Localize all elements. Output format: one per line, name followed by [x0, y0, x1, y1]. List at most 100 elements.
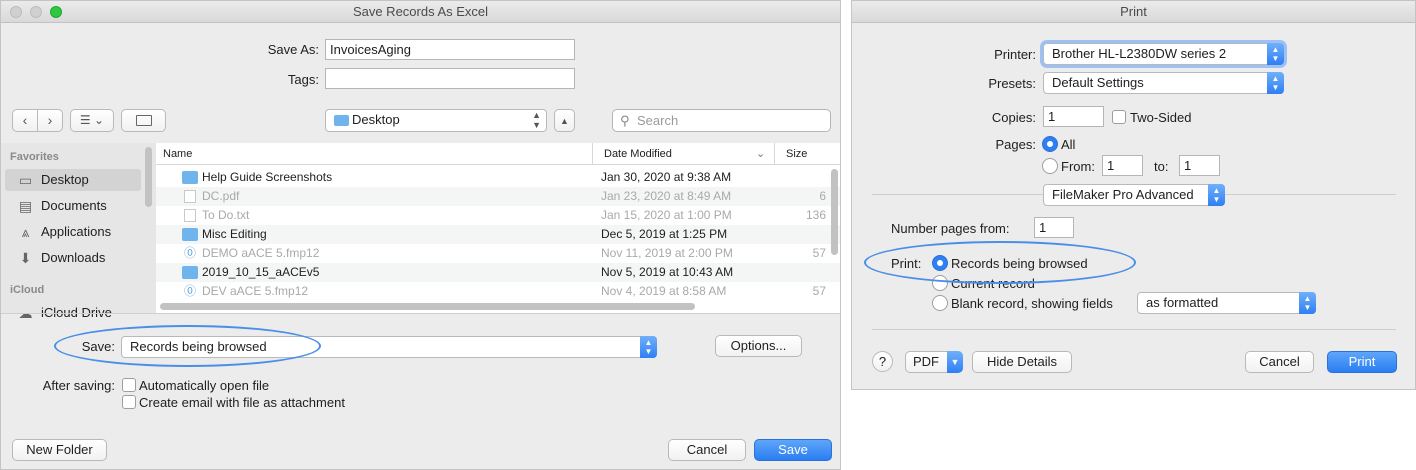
sidebar-item-downloads[interactable]: ⬇ Downloads: [5, 247, 141, 269]
save-as-field[interactable]: InvoicesAging: [325, 39, 575, 60]
pages-to-field[interactable]: 1: [1179, 155, 1220, 176]
tags-field[interactable]: [325, 68, 575, 89]
location-popup[interactable]: Desktop ▲ ▼: [325, 109, 547, 132]
presets-popup[interactable]: Default Settings ▲ ▼: [1043, 72, 1284, 94]
pdf-label: PDF: [913, 354, 939, 369]
hide-details-button[interactable]: Hide Details: [972, 351, 1072, 373]
chevron-left-icon: ‹: [22, 112, 28, 128]
column-name[interactable]: Name: [163, 143, 192, 165]
collapse-button[interactable]: ▲: [554, 109, 575, 132]
file-row[interactable]: 2019_10_15_aACEv5 Nov 5, 2019 at 10:43 AM: [156, 263, 840, 282]
auto-open-label: Automatically open file: [139, 378, 270, 393]
app-section-popup[interactable]: FileMaker Pro Advanced ▲ ▼: [1043, 184, 1225, 206]
list-view-icon: ☰ ⌄: [79, 113, 105, 127]
sidebar-item-label: Applications: [41, 224, 112, 239]
pdf-file-icon: [184, 190, 196, 203]
text-file-icon: [184, 209, 196, 222]
updown-icon: ▲ ▼: [532, 110, 541, 130]
filemaker-file-icon: ⓪: [183, 246, 196, 260]
file-date-modified: Nov 5, 2019 at 10:43 AM: [601, 265, 734, 279]
file-name: Help Guide Screenshots: [202, 170, 333, 184]
printer-popup[interactable]: Brother HL-L2380DW series 2 ▲ ▼: [1043, 43, 1284, 65]
folder-icon: [334, 115, 349, 126]
number-pages-field[interactable]: 1: [1034, 217, 1074, 238]
sidebar-item-label: Desktop: [41, 172, 89, 187]
back-button[interactable]: ‹: [12, 109, 38, 132]
updown-icon: ▲ ▼: [1267, 72, 1284, 94]
folder-icon: [182, 228, 198, 241]
downloads-icon: ⬇: [19, 250, 32, 266]
column-size[interactable]: Size: [786, 143, 807, 165]
forward-button[interactable]: ›: [37, 109, 63, 132]
print-blank-record-radio[interactable]: [932, 295, 948, 311]
pages-all-radio[interactable]: [1042, 136, 1058, 152]
file-size: 136: [805, 208, 826, 222]
pages-from-radio[interactable]: [1042, 158, 1058, 174]
help-button[interactable]: ?: [872, 351, 893, 372]
file-list-hscrollbar[interactable]: [160, 303, 695, 310]
pages-from-label: From:: [1061, 159, 1095, 174]
file-size: 57: [812, 246, 826, 260]
file-name: To Do.txt: [202, 208, 250, 222]
file-list-vscrollbar[interactable]: [831, 169, 838, 255]
sidebar-item-applications[interactable]: ⩓ Applications: [5, 221, 141, 243]
sidebar-item-label: Downloads: [41, 250, 106, 265]
copies-label: Copies:: [991, 110, 1036, 125]
close-window-icon[interactable]: [10, 6, 22, 18]
new-folder-icon-button[interactable]: [121, 109, 166, 132]
sidebar-item-label: Documents: [41, 198, 107, 213]
desktop-icon: ▭: [18, 172, 33, 188]
folder-icon: [182, 171, 198, 184]
print-dialog: Print Printer: Brother HL-L2380DW series…: [851, 0, 1416, 390]
pages-to-label: to:: [1154, 159, 1169, 174]
sidebar-item-desktop[interactable]: ▭ Desktop: [5, 169, 141, 191]
pages-all-label: All: [1061, 137, 1076, 152]
printer-value: Brother HL-L2380DW series 2: [1052, 46, 1227, 61]
print-button[interactable]: Print: [1327, 351, 1397, 373]
folder-icon: [182, 266, 198, 279]
blank-format-popup[interactable]: as formatted ▲ ▼: [1137, 292, 1316, 314]
auto-open-checkbox[interactable]: [122, 378, 136, 392]
column-divider: [774, 143, 775, 165]
pages-from-field[interactable]: 1: [1102, 155, 1143, 176]
save-dialog-titlebar: Save Records As Excel: [1, 1, 840, 23]
create-email-label: Create email with file as attachment: [139, 395, 345, 410]
file-name: 2019_10_15_aACEv5: [202, 265, 320, 279]
cancel-print-button[interactable]: Cancel: [1245, 351, 1314, 373]
printer-label: Printer:: [994, 47, 1036, 62]
column-date-modified[interactable]: Date Modified: [604, 143, 672, 165]
file-date-modified: Dec 5, 2019 at 1:25 PM: [601, 227, 728, 241]
file-row: DC.pdf Jan 23, 2020 at 8:49 AM 6: [156, 187, 840, 206]
file-row[interactable]: Help Guide Screenshots Jan 30, 2020 at 9:…: [156, 168, 840, 187]
file-date-modified: Jan 30, 2020 at 9:38 AM: [601, 170, 732, 184]
new-folder-button[interactable]: New Folder: [12, 439, 107, 461]
copies-field[interactable]: 1: [1043, 106, 1104, 127]
save-button[interactable]: Save: [754, 439, 832, 461]
file-size: 6: [819, 189, 826, 203]
pdf-button[interactable]: PDF ▼: [905, 351, 963, 373]
file-row[interactable]: Misc Editing Dec 5, 2019 at 1:25 PM: [156, 225, 840, 244]
updown-icon: ▲ ▼: [640, 336, 657, 358]
filemaker-file-icon: ⓪: [183, 284, 196, 298]
create-email-checkbox[interactable]: [122, 395, 136, 409]
view-mode-button[interactable]: ☰ ⌄: [70, 109, 114, 132]
file-size: 57: [812, 284, 826, 298]
file-list-header: Name Date Modified ⌄ Size: [156, 143, 840, 165]
save-dialog: Save Records As Excel Save As: InvoicesA…: [0, 0, 841, 470]
cancel-button[interactable]: Cancel: [668, 439, 746, 461]
file-row: ⓪ DEV aACE 5.fmp12 Nov 4, 2019 at 8:58 AM 5…: [156, 282, 840, 301]
options-button[interactable]: Options...: [715, 335, 802, 357]
print-dialog-title: Print: [1120, 4, 1147, 19]
updown-icon: ▲ ▼: [1299, 292, 1316, 314]
search-field[interactable]: ⚲ Search: [612, 109, 831, 132]
sidebar-item-documents[interactable]: ▤ Documents: [5, 195, 141, 217]
file-name: DEV aACE 5.fmp12: [202, 284, 309, 298]
sidebar-scrollbar[interactable]: [145, 147, 152, 207]
minimize-window-icon[interactable]: [30, 6, 42, 18]
updown-icon: ▲ ▼: [1208, 184, 1225, 206]
two-sided-checkbox[interactable]: [1112, 110, 1126, 124]
file-list: Name Date Modified ⌄ Size Help Guide Scr…: [156, 143, 840, 313]
zoom-window-icon[interactable]: [50, 6, 62, 18]
chevron-down-icon: ▼: [947, 351, 963, 373]
print-blank-record-label: Blank record, showing fields: [951, 296, 1113, 311]
